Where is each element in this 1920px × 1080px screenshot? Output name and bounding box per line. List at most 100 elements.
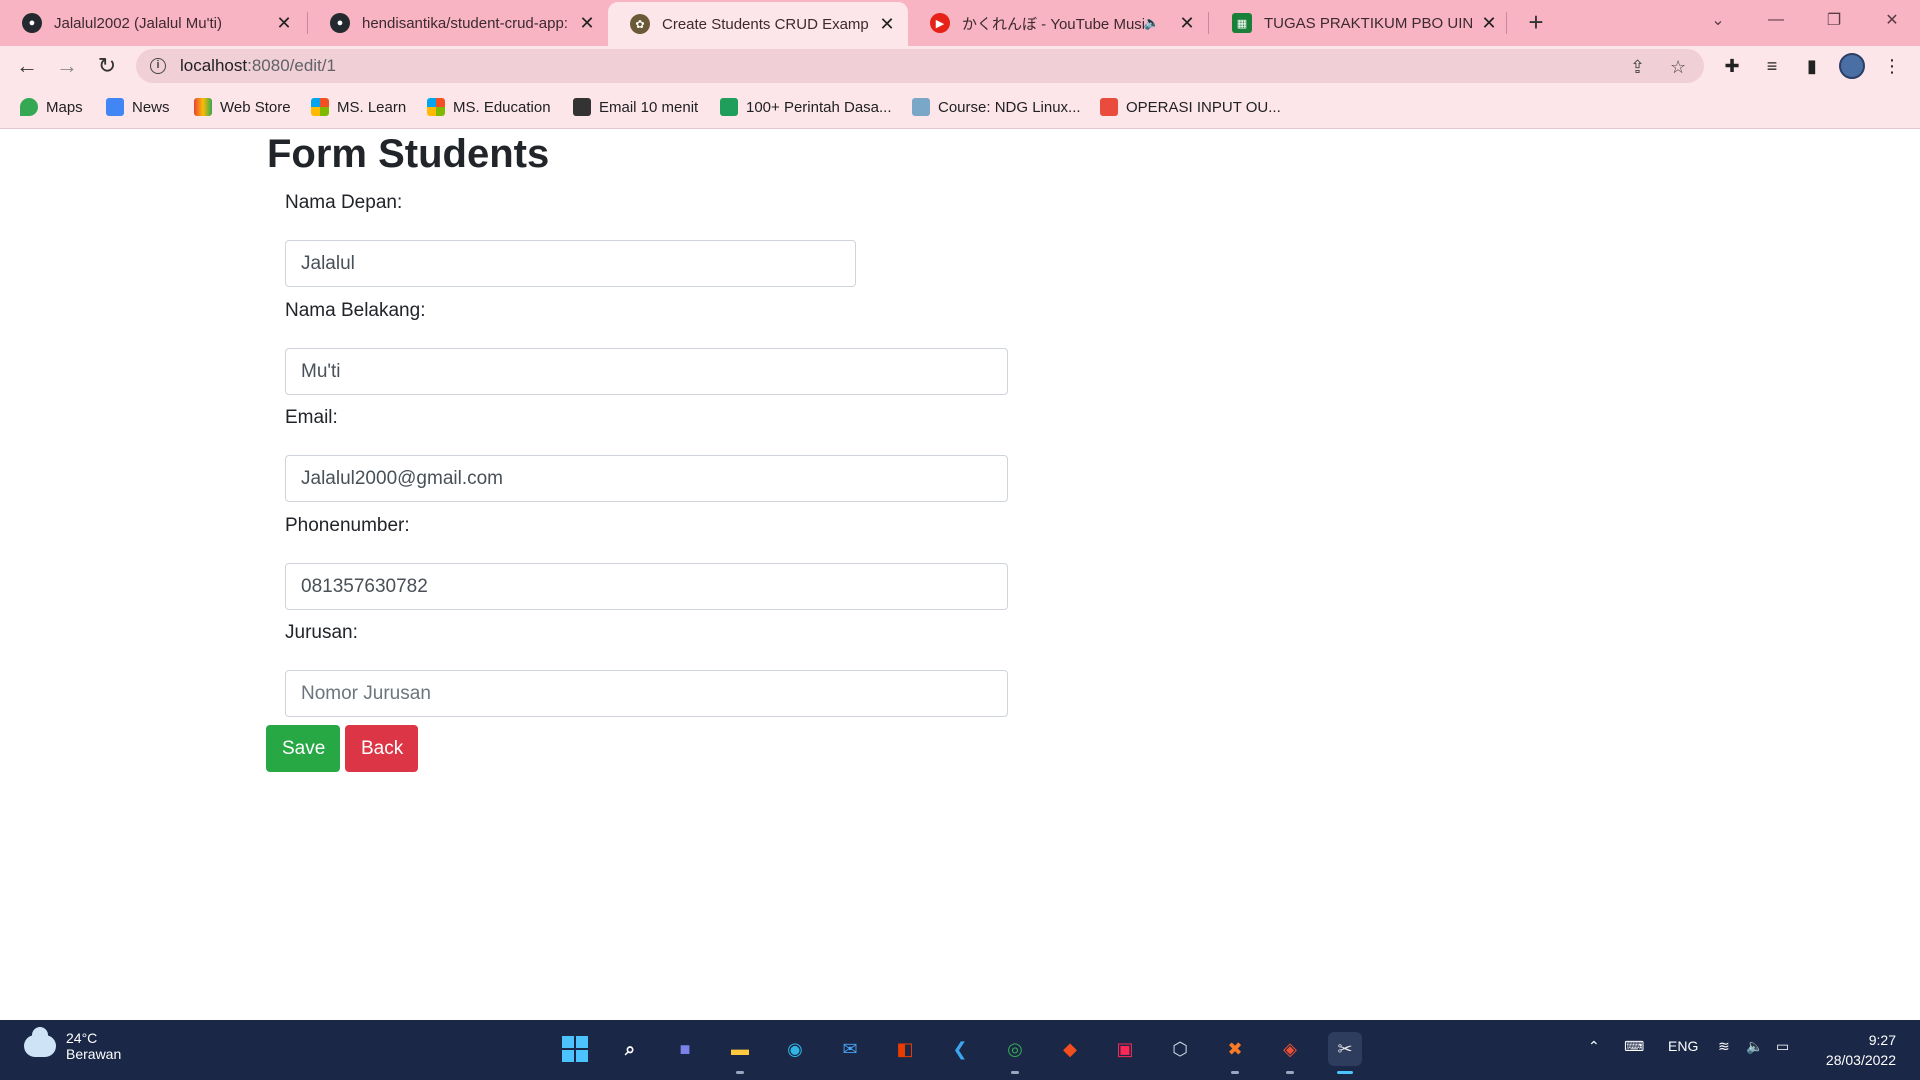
github-icon: ● (22, 13, 42, 33)
audio-playing-icon[interactable]: 🔈 (1144, 15, 1160, 31)
bookmark-icon (1100, 98, 1118, 116)
search-icon[interactable]: ⌕ (613, 1032, 647, 1066)
tab-google-sheets[interactable]: ▦ TUGAS PRAKTIKUM PBO UIN SG ✕ (1210, 0, 1510, 46)
forward-arrow-icon[interactable]: → (51, 50, 83, 82)
wifi-icon[interactable]: ≋ (1718, 1038, 1730, 1055)
tab-search-button[interactable]: ⌄ (1690, 0, 1746, 40)
close-icon[interactable]: ✕ (275, 13, 293, 34)
mail-icon[interactable]: ✉ (833, 1032, 867, 1066)
snipping-tool-icon[interactable]: ✂ (1328, 1032, 1362, 1074)
bookmark-email-10-menit[interactable]: Email 10 menit (573, 95, 698, 119)
page-content: Form Students Nama Depan: Nama Belakang:… (0, 130, 1920, 1020)
close-icon[interactable]: ✕ (1178, 13, 1196, 34)
side-panel-icon[interactable]: ▮ (1798, 52, 1826, 80)
new-tab-button[interactable]: + (1520, 6, 1552, 38)
address-bar[interactable]: i localhost:8080/edit/1 ⇪ ☆ (136, 49, 1704, 83)
media-controls-icon[interactable]: ≡ (1758, 52, 1786, 80)
bookmark-news[interactable]: News (106, 95, 170, 119)
bookmark-ndg-linux[interactable]: Course: NDG Linux... (912, 95, 1081, 119)
battery-icon[interactable]: ▭ (1776, 1038, 1789, 1055)
github-icon: ● (330, 13, 350, 33)
figma-icon[interactable]: ◆ (1053, 1032, 1087, 1066)
star-icon[interactable]: ☆ (1670, 57, 1686, 78)
office-icon[interactable]: ◧ (888, 1032, 922, 1066)
close-icon[interactable]: ✕ (578, 13, 596, 34)
bookmark-operasi-input[interactable]: OPERASI INPUT OU... (1100, 95, 1281, 119)
bookmarks-bar: Maps News Web Store MS. Learn MS. Educat… (0, 85, 1920, 129)
app-favicon-icon: ✿ (630, 14, 650, 34)
phone-field[interactable] (285, 563, 1008, 610)
xampp-icon[interactable]: ✖ (1218, 1032, 1252, 1074)
bookmark-maps[interactable]: Maps (20, 95, 83, 119)
intellij-icon[interactable]: ▣ (1108, 1032, 1142, 1066)
start-icon[interactable] (558, 1032, 592, 1066)
file-explorer-icon[interactable]: ▬ (723, 1032, 757, 1074)
weather-widget[interactable]: 24°C Berawan (24, 1027, 122, 1062)
tab-create-students[interactable]: ✿ Create Students CRUD Examp ✕ (608, 2, 908, 46)
first-name-label: Nama Depan: (285, 192, 403, 213)
weather-temp: 24°C (66, 1030, 98, 1046)
extensions-icon[interactable]: ✚ (1718, 52, 1746, 80)
tab-github-profile[interactable]: ● Jalalul2002 (Jalalul Mu'ti) ✕ (0, 0, 305, 46)
reload-icon[interactable]: ↻ (91, 50, 123, 82)
cloud-icon (24, 1027, 56, 1057)
close-icon[interactable]: ✕ (1480, 13, 1498, 34)
back-arrow-icon[interactable]: ← (11, 50, 43, 82)
tab-strip: ● Jalalul2002 (Jalalul Mu'ti) ✕ ● hendis… (0, 0, 1920, 46)
close-window-button[interactable]: ✕ (1864, 0, 1920, 40)
minimize-button[interactable]: — (1748, 0, 1804, 40)
clock-time: 9:27 (1868, 1032, 1896, 1048)
system-clock[interactable]: 9:27 28/03/2022 (1826, 1030, 1896, 1070)
language-indicator[interactable]: ENG (1668, 1038, 1698, 1054)
tab-title: Create Students CRUD Examp (662, 15, 869, 33)
weather-desc: Berawan (66, 1046, 122, 1062)
url-host: localhost (180, 56, 248, 75)
tab-youtube-music[interactable]: ▶ かくれんぼ - YouTube Music 🔈 ✕ (908, 0, 1208, 46)
last-name-field[interactable] (285, 348, 1008, 395)
email-label: Email: (285, 407, 338, 428)
last-name-group: Nama Belakang: (285, 300, 1008, 395)
cisco-icon (912, 98, 930, 116)
page-title: Form Students (267, 132, 550, 176)
site-info-icon[interactable]: i (150, 58, 166, 74)
webstore-icon (194, 98, 212, 116)
git-icon[interactable]: ◈ (1273, 1032, 1307, 1074)
tab-title: Jalalul2002 (Jalalul Mu'ti) (54, 14, 222, 32)
url-path: :8080/edit/1 (247, 56, 336, 75)
save-button[interactable]: Save (266, 725, 340, 772)
bookmark-web-store[interactable]: Web Store (194, 95, 291, 119)
microsoft-icon (427, 98, 445, 116)
close-icon[interactable]: ✕ (878, 14, 896, 35)
clock-date: 28/03/2022 (1825, 1052, 1896, 1068)
teams-chat-icon[interactable]: ■ (668, 1032, 702, 1066)
keyboard-icon[interactable]: ⌨ (1624, 1038, 1644, 1055)
back-button[interactable]: Back (345, 725, 418, 772)
share-icon[interactable]: ⇪ (1630, 57, 1645, 78)
menu-kebab-icon[interactable]: ⋮ (1878, 52, 1906, 80)
volume-icon[interactable]: 🔈 (1746, 1038, 1763, 1055)
virtualbox-icon[interactable]: ⬡ (1163, 1032, 1197, 1066)
last-name-label: Nama Belakang: (285, 300, 426, 321)
bookmark-ms-learn[interactable]: MS. Learn (311, 95, 406, 119)
tab-github-repo[interactable]: ● hendisantika/student-crud-app: C ✕ (308, 0, 608, 46)
major-group: Jurusan: (285, 622, 1008, 717)
taskbar: 24°C Berawan ⌕ ■ ▬ ◉ ✉ ◧ ❮ ◎ ◆ ▣ ⬡ ✖ ◈ ✂… (0, 1020, 1920, 1080)
major-field[interactable] (285, 670, 1008, 717)
email-field[interactable] (285, 455, 1008, 502)
restore-button[interactable]: ❐ (1806, 0, 1862, 40)
vscode-icon[interactable]: ❮ (943, 1032, 977, 1066)
email-group: Email: (285, 407, 1008, 502)
chevron-up-icon[interactable]: ⌃ (1588, 1038, 1600, 1055)
first-name-field[interactable] (285, 240, 856, 287)
google-sheets-icon: ▦ (1232, 13, 1252, 33)
email10-icon (573, 98, 591, 116)
tab-title: TUGAS PRAKTIKUM PBO UIN SG (1264, 14, 1472, 32)
browser-toolbar: ← → ↻ i localhost:8080/edit/1 ⇪ ☆ ✚ ≡ ▮ … (0, 46, 1920, 85)
phone-label: Phonenumber: (285, 515, 410, 536)
profile-avatar[interactable] (1838, 52, 1866, 80)
chrome-icon[interactable]: ◎ (998, 1032, 1032, 1074)
bookmark-ms-education[interactable]: MS. Education (427, 95, 551, 119)
edge-icon[interactable]: ◉ (778, 1032, 812, 1066)
bookmark-perintah-dasar[interactable]: 100+ Perintah Dasa... (720, 95, 892, 119)
microsoft-icon (311, 98, 329, 116)
